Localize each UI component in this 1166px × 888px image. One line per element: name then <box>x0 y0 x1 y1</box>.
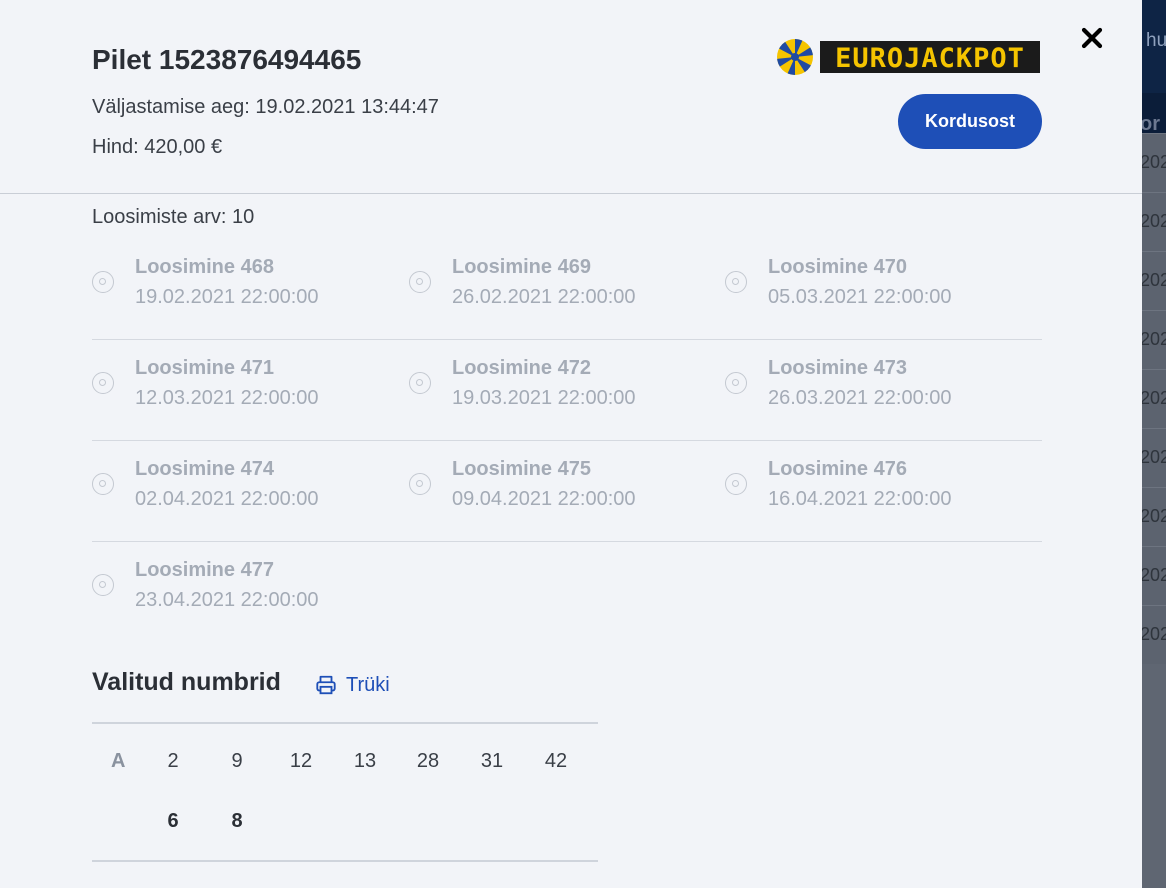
background-table-row: 202 <box>1142 369 1166 428</box>
issue-time: Väljastamise aeg: 19.02.2021 13:44:47 <box>92 96 439 118</box>
draw-date: 19.03.2021 22:00:00 <box>452 387 636 409</box>
draw-item[interactable]: Loosimine 475 09.04.2021 22:00:00 <box>409 442 726 542</box>
draw-radio[interactable] <box>92 574 114 596</box>
row-label: A <box>111 750 126 772</box>
ticket-price: Hind: 420,00 € <box>92 136 223 158</box>
ticket-modal: Pilet 1523876494465 Väljastamise aeg: 19… <box>0 0 1142 888</box>
draw-radio[interactable] <box>725 271 747 293</box>
draw-item[interactable]: Loosimine 476 16.04.2021 22:00:00 <box>725 442 1042 542</box>
draw-name: Loosimine 476 <box>768 458 907 480</box>
draw-date: 02.04.2021 22:00:00 <box>135 488 319 510</box>
selected-numbers-table: A 2 9 12 13 28 31 42 6 8 <box>92 722 598 862</box>
draw-separator <box>92 339 409 340</box>
draw-radio[interactable] <box>92 473 114 495</box>
draw-name: Loosimine 470 <box>768 256 907 278</box>
draw-item[interactable]: Loosimine 469 26.02.2021 22:00:00 <box>409 240 726 340</box>
main-number: 42 <box>544 750 568 772</box>
draw-name: Loosimine 475 <box>452 458 591 480</box>
main-number: 2 <box>167 750 179 772</box>
draw-item[interactable]: Loosimine 474 02.04.2021 22:00:00 <box>92 442 409 542</box>
euro-number: 8 <box>231 810 243 832</box>
draw-radio[interactable] <box>92 372 114 394</box>
draw-separator <box>409 541 726 542</box>
ticket-title: Pilet 1523876494465 <box>92 44 362 75</box>
draw-date: 23.04.2021 22:00:00 <box>135 589 319 611</box>
background-table-row: 202 <box>1142 251 1166 310</box>
main-number: 31 <box>480 750 504 772</box>
draw-count: Loosimiste arv: 10 <box>92 206 255 228</box>
header-divider <box>0 193 1142 194</box>
euro-number: 6 <box>167 810 179 832</box>
main-number: 12 <box>289 750 313 772</box>
main-number: 9 <box>231 750 243 772</box>
background-table-row: 202 <box>1142 546 1166 605</box>
draw-separator <box>409 339 726 340</box>
print-link[interactable]: Trüki <box>315 672 390 698</box>
draw-name: Loosimine 472 <box>452 357 591 379</box>
draw-separator <box>725 339 1042 340</box>
draw-radio[interactable] <box>409 372 431 394</box>
repeat-purchase-button[interactable]: Kordusost <box>898 94 1042 149</box>
draw-item[interactable]: Loosimine 477 23.04.2021 22:00:00 <box>92 543 408 643</box>
draw-name: Loosimine 468 <box>135 256 274 278</box>
main-number: 13 <box>353 750 377 772</box>
background-table-row: 202 <box>1142 487 1166 546</box>
draw-item[interactable]: Loosimine 473 26.03.2021 22:00:00 <box>725 341 1042 441</box>
draw-separator <box>92 541 409 542</box>
selected-numbers-title: Valitud numbrid <box>92 668 281 696</box>
draw-radio[interactable] <box>409 271 431 293</box>
main-number: 28 <box>416 750 440 772</box>
printer-icon <box>316 675 336 695</box>
draw-date: 26.03.2021 22:00:00 <box>768 387 952 409</box>
draw-item[interactable]: Loosimine 471 12.03.2021 22:00:00 <box>92 341 409 441</box>
background-table-row: 202 <box>1142 428 1166 487</box>
background-nav-text: hul <box>1146 30 1166 51</box>
draw-date: 16.04.2021 22:00:00 <box>768 488 952 510</box>
draw-separator <box>725 541 1042 542</box>
draw-separator <box>409 440 726 441</box>
draw-separator <box>92 440 409 441</box>
background-table-row: 202 <box>1142 310 1166 369</box>
draw-name: Loosimine 474 <box>135 458 274 480</box>
background-table-row: 202 <box>1142 133 1166 192</box>
draw-radio[interactable] <box>725 372 747 394</box>
logo-text: EUROJACKPOT <box>835 43 1025 74</box>
draw-item[interactable]: Loosimine 472 19.03.2021 22:00:00 <box>409 341 726 441</box>
draw-date: 05.03.2021 22:00:00 <box>768 286 952 308</box>
draw-name: Loosimine 473 <box>768 357 907 379</box>
background-table-row: 202 <box>1142 605 1166 664</box>
draw-radio[interactable] <box>725 473 747 495</box>
draw-item[interactable]: Loosimine 468 19.02.2021 22:00:00 <box>92 240 409 340</box>
draw-item[interactable]: Loosimine 470 05.03.2021 22:00:00 <box>725 240 1042 340</box>
draw-separator <box>725 440 1042 441</box>
eurojackpot-logo: EUROJACKPOT <box>777 39 1040 75</box>
draw-date: 09.04.2021 22:00:00 <box>452 488 636 510</box>
background-table-row: 202 <box>1142 192 1166 251</box>
background-navbar: hul <box>1142 0 1166 93</box>
draw-radio[interactable] <box>92 271 114 293</box>
draw-name: Loosimine 477 <box>135 559 274 581</box>
draw-date: 19.02.2021 22:00:00 <box>135 286 319 308</box>
draw-name: Loosimine 471 <box>135 357 274 379</box>
draw-date: 12.03.2021 22:00:00 <box>135 387 319 409</box>
background-page: hul or 202 202 202 202 202 202 202 202 2… <box>1142 0 1166 888</box>
close-icon[interactable] <box>1076 22 1108 54</box>
draw-radio[interactable] <box>409 473 431 495</box>
print-label: Trüki <box>346 673 390 696</box>
draw-date: 26.02.2021 22:00:00 <box>452 286 636 308</box>
draw-name: Loosimine 469 <box>452 256 591 278</box>
